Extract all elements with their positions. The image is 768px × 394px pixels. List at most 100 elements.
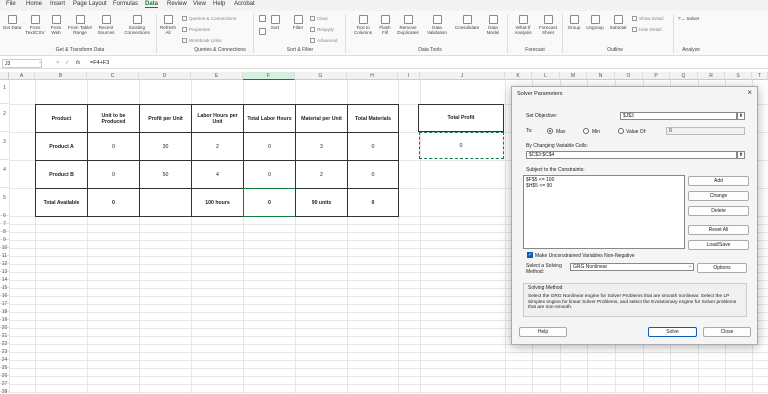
- menu-home[interactable]: Home: [26, 1, 42, 7]
- close-icon[interactable]: ×: [747, 89, 752, 97]
- options-button[interactable]: Options: [697, 263, 747, 273]
- menu-data[interactable]: Data: [145, 1, 159, 8]
- menu-acrobat[interactable]: Acrobat: [234, 1, 255, 7]
- method-select[interactable]: GRG Nonlinear ⌄: [570, 263, 694, 271]
- list-item[interactable]: $H$5 <= 90: [526, 183, 682, 189]
- reapply-button[interactable]: Reapply: [310, 27, 334, 32]
- workbook-links-button[interactable]: Workbook Links: [182, 38, 222, 43]
- table-header-cell[interactable]: Total Materials: [347, 104, 399, 133]
- table-header-cell[interactable]: Unit to be Produced: [87, 104, 140, 133]
- menu-insert[interactable]: Insert: [50, 1, 65, 7]
- collapse-dialog-icon[interactable]: ⬆: [737, 112, 745, 120]
- recent-sources-button[interactable]: Recent Sources: [95, 15, 117, 35]
- total-profit-header[interactable]: Total Profit: [418, 104, 504, 132]
- refresh-all-button[interactable]: Refresh All: [158, 15, 178, 35]
- column-header[interactable]: D: [139, 72, 191, 80]
- column-header[interactable]: F: [243, 72, 295, 80]
- max-radio[interactable]: [547, 128, 553, 134]
- table-cell[interactable]: Total Available: [35, 188, 88, 217]
- table-header-cell[interactable]: Material per Unit: [295, 104, 348, 133]
- subtotal-button[interactable]: Subtotal: [607, 15, 629, 30]
- column-header[interactable]: T: [752, 72, 768, 80]
- table-cell[interactable]: 0: [243, 132, 296, 161]
- table-cell[interactable]: 50: [139, 160, 192, 189]
- table-cell[interactable]: 0: [87, 188, 140, 217]
- menu-view[interactable]: View: [193, 1, 206, 7]
- sort-az-button[interactable]: [256, 15, 268, 23]
- column-header[interactable]: M: [560, 72, 587, 80]
- table-cell[interactable]: 3: [295, 132, 348, 161]
- collapse-dialog-icon[interactable]: ⬆: [737, 151, 745, 159]
- table-cell[interactable]: Product B: [35, 160, 88, 189]
- from-web-button[interactable]: From Web: [47, 15, 65, 35]
- objective-field[interactable]: $J$3: [620, 112, 737, 120]
- table-header-cell[interactable]: Total Labor Hours: [243, 104, 296, 133]
- forecast-sheet-button[interactable]: Forecast Sheet: [537, 15, 559, 35]
- menu-page-layout[interactable]: Page Layout: [73, 1, 107, 7]
- column-header[interactable]: C: [87, 72, 139, 80]
- column-header[interactable]: I: [398, 72, 420, 80]
- sort-za-button[interactable]: [256, 28, 268, 36]
- table-cell[interactable]: 90 units: [295, 188, 348, 217]
- advanced-button[interactable]: Advanced: [310, 38, 337, 43]
- column-header[interactable]: J: [420, 72, 505, 80]
- column-header[interactable]: B: [35, 72, 87, 80]
- column-header[interactable]: K: [505, 72, 532, 80]
- clear-button[interactable]: Clear: [310, 16, 328, 21]
- enter-icon[interactable]: ✓: [65, 60, 70, 66]
- help-button[interactable]: Help: [519, 327, 567, 337]
- change-button[interactable]: Change: [688, 191, 749, 201]
- flash-fill-button[interactable]: Flash Fill: [377, 15, 393, 35]
- table-header-cell[interactable]: Product: [35, 104, 88, 133]
- column-header[interactable]: P: [643, 72, 670, 80]
- cancel-icon[interactable]: ×: [56, 60, 59, 66]
- remove-duplicates-button[interactable]: Remove Duplicates: [394, 15, 422, 35]
- hide-detail-button[interactable]: Hide Detail: [632, 27, 661, 32]
- column-header[interactable]: N: [587, 72, 615, 80]
- queries-connections-button[interactable]: Queries & Connections: [182, 16, 236, 21]
- table-cell[interactable]: 0: [243, 160, 296, 189]
- from-text-csv-button[interactable]: From Text/CSV: [24, 15, 46, 35]
- table-cell[interactable]: 2: [295, 160, 348, 189]
- column-header[interactable]: S: [725, 72, 752, 80]
- solver-button[interactable]: ?→ Solver: [678, 16, 699, 21]
- table-cell[interactable]: 30: [139, 132, 192, 161]
- table-cell[interactable]: 0: [347, 188, 399, 217]
- menu-review[interactable]: Review: [167, 1, 187, 7]
- table-cell[interactable]: Product A: [35, 132, 88, 161]
- table-cell[interactable]: 0: [347, 160, 399, 189]
- changing-cells-field[interactable]: $C$3:$C$4: [526, 151, 737, 159]
- table-cell[interactable]: 0: [87, 160, 140, 189]
- value-of-radio[interactable]: [618, 128, 624, 134]
- data-validation-button[interactable]: Data Validation: [423, 15, 451, 35]
- table-cell[interactable]: 100 hours: [191, 188, 244, 217]
- what-if-button[interactable]: What-If Analysis: [510, 15, 536, 35]
- insert-function-icon[interactable]: fx: [76, 60, 80, 66]
- table-cell[interactable]: [139, 188, 192, 217]
- sort-button[interactable]: Sort: [269, 15, 281, 30]
- column-header[interactable]: E: [191, 72, 243, 80]
- menu-file[interactable]: File: [6, 1, 16, 7]
- consolidate-button[interactable]: Consolidate: [452, 15, 482, 30]
- table-cell[interactable]: 4: [191, 160, 244, 189]
- constraints-list[interactable]: $F$5 <= 100 $H$5 <= 90: [523, 175, 685, 249]
- table-header-cell[interactable]: Labor Hours per Unit: [191, 104, 244, 133]
- menu-help[interactable]: Help: [213, 1, 225, 7]
- menu-formulas[interactable]: Formulas: [113, 1, 138, 7]
- column-header[interactable]: H: [347, 72, 398, 80]
- existing-connections-button[interactable]: Existing Connections: [122, 15, 152, 35]
- table-cell[interactable]: 0: [243, 188, 296, 217]
- column-header[interactable]: O: [615, 72, 643, 80]
- close-button[interactable]: Close: [703, 327, 751, 337]
- get-data-button[interactable]: Get Data: [2, 15, 22, 30]
- column-header[interactable]: R: [698, 72, 725, 80]
- solve-button[interactable]: Solve: [648, 327, 697, 337]
- group-button[interactable]: Group: [565, 15, 583, 30]
- nonneg-checkbox[interactable]: ✓: [527, 252, 533, 258]
- column-header[interactable]: A: [9, 72, 35, 80]
- ungroup-button[interactable]: Ungroup: [584, 15, 606, 30]
- column-header[interactable]: G: [295, 72, 347, 80]
- text-to-columns-button[interactable]: Text to Columns: [350, 15, 376, 35]
- reset-all-button[interactable]: Reset All: [688, 225, 749, 235]
- min-radio[interactable]: [583, 128, 589, 134]
